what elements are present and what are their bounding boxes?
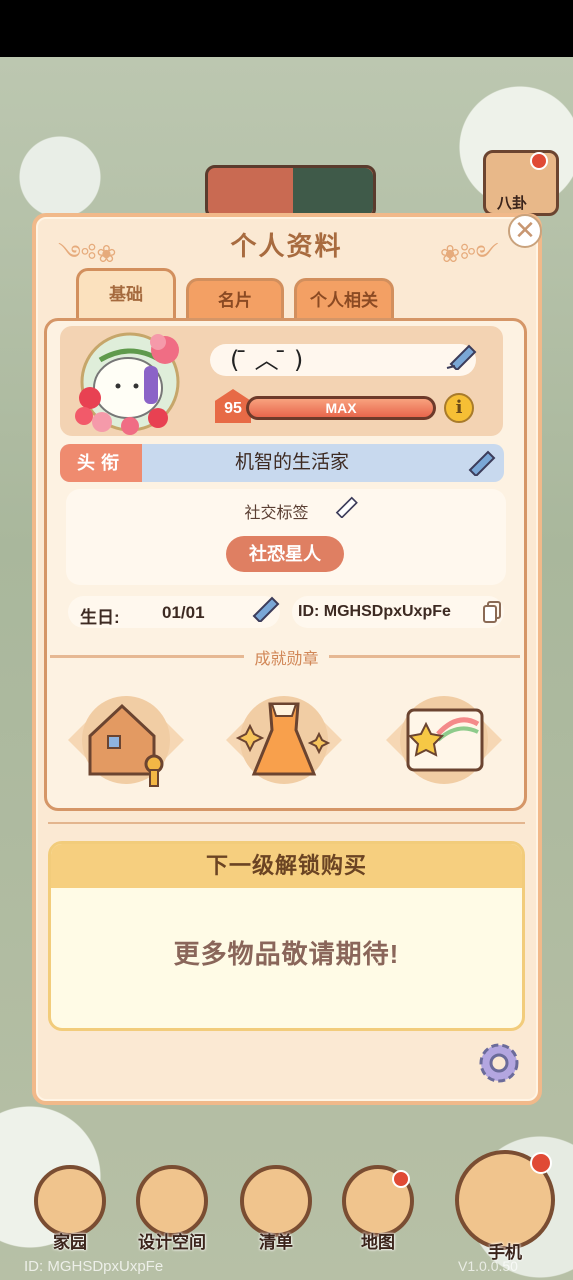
birthday-value: 01/01 — [162, 603, 205, 622]
level-bar-text: MAX — [325, 400, 357, 416]
birthday-label: 生日: — [80, 608, 120, 627]
settings-gear-icon[interactable] — [474, 1038, 524, 1088]
section-separator — [48, 822, 525, 824]
medal-star-scroll-icon[interactable] — [386, 690, 502, 790]
unlock-message: 更多物品敬请期待! — [173, 939, 400, 969]
nav-checklist-button[interactable] — [240, 1165, 312, 1237]
gossip-label: 八卦 — [497, 195, 528, 212]
copy-id-icon[interactable] — [482, 600, 502, 624]
phone-notification-dot — [530, 1152, 552, 1174]
title-tag-label: 头衔 — [60, 444, 142, 482]
nav-home-label: 家园 — [53, 1233, 87, 1252]
avatar[interactable] — [70, 322, 190, 437]
level-info-button[interactable]: i — [444, 393, 474, 423]
unlock-title: 下一级解锁购买 — [51, 844, 522, 888]
edit-name-pencil-icon[interactable] — [445, 342, 479, 370]
medal-dress-icon[interactable] — [226, 690, 342, 790]
tab-personal[interactable]: 个人相关 — [294, 278, 394, 320]
nav-checklist-label: 清单 — [259, 1233, 293, 1252]
page-title: 个人资料 — [230, 231, 343, 261]
level-progress-bar: MAX — [246, 396, 436, 420]
close-button[interactable]: ✕ — [508, 214, 542, 248]
social-tag-chip[interactable]: 社恐星人 — [226, 536, 344, 572]
edit-social-pencil-icon[interactable] — [332, 494, 360, 518]
tab-card[interactable]: 名片 — [186, 278, 284, 320]
background-tab-decoration — [205, 165, 376, 219]
player-name-field: ( ̄ ︿ ̄ ) — [210, 344, 476, 376]
title-row: 头衔 机智的生活家 — [60, 444, 504, 482]
tab-basic[interactable]: 基础 — [76, 268, 176, 320]
title-value: 机智的生活家 — [234, 452, 349, 473]
footer-id: ID: MGHSDpxUxpFe — [24, 1258, 164, 1275]
nav-design-button[interactable] — [136, 1165, 208, 1237]
version-text: V1.0.0.50 — [458, 1258, 518, 1274]
nav-home-button[interactable] — [34, 1165, 106, 1237]
edit-title-pencil-icon[interactable] — [464, 448, 498, 476]
gossip-notification-dot — [530, 152, 548, 170]
nav-design-label: 设计空间 — [138, 1233, 206, 1252]
social-tags-label: 社交标签 — [244, 505, 309, 522]
medal-house-key-icon[interactable] — [68, 690, 184, 790]
edit-birthday-pencil-icon[interactable] — [248, 594, 282, 622]
nav-map-label: 地图 — [361, 1233, 395, 1252]
map-notification-dot — [392, 1170, 410, 1188]
status-bar — [0, 0, 573, 57]
achievement-label: 成就勋章 — [0, 645, 573, 669]
next-level-unlock-box: 下一级解锁购买 更多物品敬请期待! — [48, 841, 525, 1031]
player-id: ID: MGHSDpxUxpFe — [298, 603, 451, 620]
